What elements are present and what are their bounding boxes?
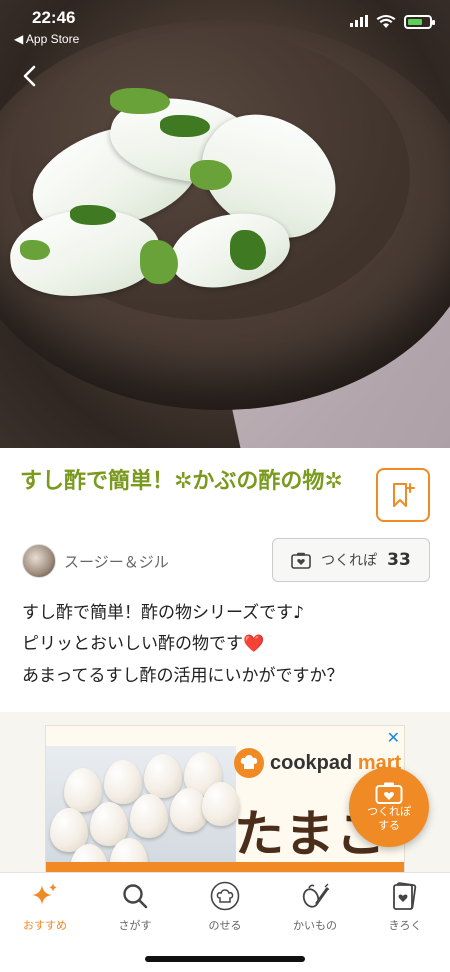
chef-hat-icon (234, 748, 264, 778)
description-line: ピリッとおいしい酢の物です❤️ (22, 634, 265, 655)
camera-heart-icon (375, 782, 403, 804)
tab-label: おすすめ (23, 919, 67, 932)
search-icon (120, 881, 150, 911)
tsukurepo-label: つくれぽ (321, 553, 378, 569)
egg (64, 768, 102, 812)
turnip-leaf (70, 205, 116, 225)
turnip-leaf (110, 88, 170, 114)
turnip-leaf (140, 240, 178, 284)
author[interactable]: スージー＆ジル (22, 544, 169, 578)
bookmark-add-icon (393, 483, 415, 507)
tab-record[interactable]: きろく (360, 881, 450, 933)
signal-icon (350, 12, 368, 31)
tsukurepo-count: 33 (387, 550, 411, 570)
record-icon (390, 881, 420, 911)
chef-hat-icon (210, 881, 240, 911)
back-button[interactable] (18, 64, 42, 88)
tab-search[interactable]: さがす (90, 881, 180, 933)
turnip-leaf (230, 230, 266, 270)
status-time: 22:46 (32, 8, 76, 27)
recipe-title: すし酢で簡単！✲かぶの酢の物✲ (20, 469, 343, 494)
turnip-leaf (160, 115, 210, 137)
tab-shopping[interactable]: かいもの (270, 881, 360, 933)
vegetables-icon (300, 881, 330, 911)
chevron-left-icon (23, 65, 36, 87)
tab-label: きろく (388, 919, 422, 932)
wifi-icon (376, 14, 396, 28)
tab-label: のせる (208, 919, 242, 932)
egg (130, 794, 168, 838)
recipe-description: すし酢で簡単！酢の物シリーズです♪ ピリッとおいしい酢の物です❤️ あまってるす… (22, 598, 432, 692)
camera-heart-icon (291, 552, 311, 569)
turnip-leaf (190, 160, 232, 190)
description-line: あまってるすし酢の活用にいかがですか？ (22, 665, 344, 686)
battery-icon (404, 14, 435, 29)
egg (144, 754, 182, 798)
ad-price-band (46, 862, 404, 872)
home-indicator (145, 956, 305, 962)
tsukurepo-fab[interactable]: つくれぽ する (349, 767, 429, 847)
tab-label: かいもの (293, 919, 337, 932)
description-line: すし酢で簡単！酢の物シリーズです♪ (22, 603, 304, 623)
fab-label-line2: する (378, 819, 400, 832)
tab-recommended[interactable]: おすすめ (0, 881, 90, 933)
tsukurepo-button[interactable]: つくれぽ 33 (272, 538, 430, 582)
fab-label-line1: つくれぽ (367, 804, 411, 818)
back-to-app-store[interactable]: ◀ App Store (14, 32, 79, 46)
avatar (22, 544, 56, 578)
status-icons (350, 12, 435, 31)
turnip-leaf (20, 240, 50, 260)
egg (104, 760, 142, 804)
sparkle-icon (30, 881, 60, 911)
tab-label: さがす (118, 919, 152, 932)
recipe-info: すし酢で簡単！✲かぶの酢の物✲ スージー＆ジル つくれぽ 33 すし酢で簡単！酢… (0, 448, 450, 712)
tab-post[interactable]: のせる (180, 881, 270, 933)
status-bar: 22:46 ◀ App Store (0, 0, 450, 48)
author-name: スージー＆ジル (64, 552, 169, 571)
egg-tray-image (46, 746, 240, 872)
ad-close-icon[interactable]: ✕ (387, 728, 400, 747)
heart-icon: ❤️ (243, 634, 265, 655)
bookmark-button[interactable] (376, 468, 430, 522)
recipe-photo (0, 0, 450, 448)
